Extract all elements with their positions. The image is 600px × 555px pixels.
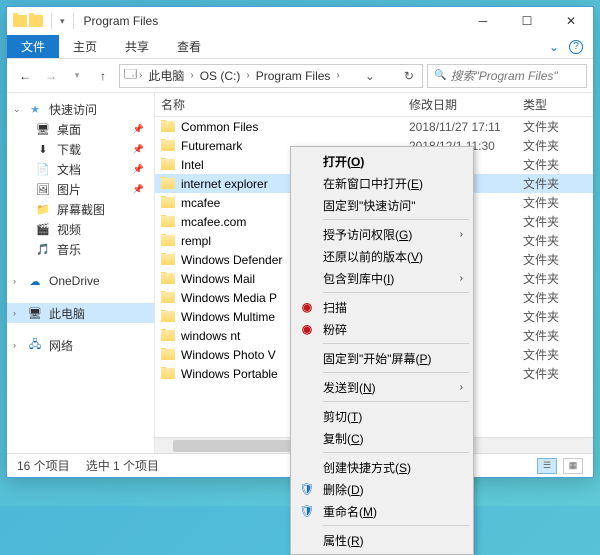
view-icons-button[interactable]: ▦ [563,458,583,474]
ctx-shred[interactable]: ◉粉碎 [293,318,471,340]
folder-icon [161,235,175,246]
folder-icon [161,368,175,379]
sidebar-thispc[interactable]: ›🖥此电脑 [7,303,154,323]
titlebar: ▾ Program Files ─ ☐ ✕ [7,7,593,35]
pin-icon: 📌 [133,164,144,175]
status-selected: 选中 1 个项目 [86,457,159,474]
back-button[interactable]: ← [13,64,37,88]
sidebar-item[interactable]: 🎵音乐 [7,239,154,259]
folder-icon: 📁 [35,201,51,217]
qat-dropdown[interactable]: ▾ [60,16,65,27]
col-header-name[interactable]: 名称 [161,96,409,113]
shield-icon: 🛡 [299,503,315,519]
ctx-pin-quick-access[interactable]: 固定到"快速访问" [293,194,471,216]
sidebar-network[interactable]: ›🖧网络 [7,335,154,355]
window-title: Program Files [84,14,159,28]
ctx-create-shortcut[interactable]: 创建快捷方式(S) [293,456,471,478]
minimize-button[interactable]: ─ [461,7,505,35]
addr-dropdown-icon[interactable]: ⌄ [361,69,379,83]
ctx-copy[interactable]: 复制(C) [293,427,471,449]
search-input[interactable]: 搜索"Program Files" [427,64,587,88]
ctx-open-new-window[interactable]: 在新窗口中打开(E) [293,172,471,194]
ribbon-expand-icon[interactable]: ⌄ [549,40,559,54]
ctx-properties[interactable]: 属性(R) [293,529,471,551]
tab-view[interactable]: 查看 [163,35,215,58]
folder-icon [161,159,175,170]
view-details-button[interactable]: ☰ [537,458,557,474]
ctx-send-to[interactable]: 发送到(N)› [293,376,471,398]
recent-dropdown[interactable]: ▾ [65,64,89,88]
status-count: 16 个项目 [17,457,70,474]
folder-icon [161,178,175,189]
tab-home[interactable]: 主页 [59,35,111,58]
file-row[interactable]: Common Files2018/11/27 17:11文件夹 [155,117,593,136]
crumb-drive[interactable]: OS (C:) [196,69,245,83]
folder-icon [161,216,175,227]
folder-icon: 📄 [35,161,51,177]
ctx-rename[interactable]: 🛡重命名(M) [293,500,471,522]
folder-icon [161,254,175,265]
pin-icon: 📌 [133,184,144,195]
shield-icon: 🛡 [299,481,315,497]
folder-icon: 🎬 [35,221,51,237]
ctx-grant-access[interactable]: 授予访问权限(G)› [293,223,471,245]
folder-icon [161,121,175,132]
folder-icon [161,349,175,360]
sidebar-item[interactable]: 🖼图片📌 [7,179,154,199]
folder-icon [161,273,175,284]
crumb-current[interactable]: Program Files [252,69,335,83]
up-button[interactable]: ↑ [91,64,115,88]
chevron-right-icon: › [460,229,463,240]
folder-icon [161,140,175,151]
col-header-type[interactable]: 类型 [523,96,593,113]
sidebar-item[interactable]: 🎬视频 [7,219,154,239]
ctx-include-library[interactable]: 包含到库中(I)› [293,267,471,289]
sidebar-item[interactable]: 📁屏幕截图 [7,199,154,219]
help-icon[interactable]: ? [569,40,583,54]
column-headers: 名称 修改日期 类型 [155,93,593,117]
ribbon: 文件 主页 共享 查看 ⌄ ? [7,35,593,59]
crumb-thispc[interactable]: 此电脑 [144,67,188,84]
sidebar-item[interactable]: 📄文档📌 [7,159,154,179]
app-icon [13,15,27,27]
file-tab[interactable]: 文件 [7,35,59,58]
ctx-delete[interactable]: 🛡删除(D) [293,478,471,500]
folder-icon [161,311,175,322]
folder-icon [161,292,175,303]
mcafee-icon: ◉ [299,299,315,315]
folder-icon: ⬇ [35,141,51,157]
pin-icon: 📌 [133,144,144,155]
folder-icon: 🖼 [35,181,51,197]
forward-button[interactable]: → [39,64,63,88]
context-menu: 打开(O) 在新窗口中打开(E) 固定到"快速访问" 授予访问权限(G)› 还原… [290,146,474,555]
maximize-button[interactable]: ☐ [505,7,549,35]
ctx-cut[interactable]: 剪切(T) [293,405,471,427]
sidebar-quick-access[interactable]: ⌄★快速访问 [7,99,154,119]
chevron-right-icon: › [460,382,463,393]
ctx-scan[interactable]: ◉扫描 [293,296,471,318]
folder-icon: 🎵 [35,241,51,257]
chevron-right-icon: › [460,273,463,284]
tab-share[interactable]: 共享 [111,35,163,58]
folder-icon: 🖥 [35,121,51,137]
addr-icon: 🗔 [124,65,137,86]
folder-icon [161,197,175,208]
ctx-open[interactable]: 打开(O) [293,150,471,172]
sidebar-onedrive[interactable]: ›☁OneDrive [7,271,154,291]
navigation-bar: ← → ▾ ↑ 🗔 › 此电脑 › OS (C:) › Program File… [7,59,593,93]
mcafee-icon: ◉ [299,321,315,337]
address-bar[interactable]: 🗔 › 此电脑 › OS (C:) › Program Files › ⌄ ↻ [119,64,423,88]
folder-icon [161,330,175,341]
refresh-icon[interactable]: ↻ [400,69,418,83]
ctx-restore-versions[interactable]: 还原以前的版本(V) [293,245,471,267]
pin-icon: 📌 [133,124,144,135]
navigation-pane: ⌄★快速访问 🖥桌面📌⬇下载📌📄文档📌🖼图片📌📁屏幕截图🎬视频🎵音乐 ›☁One… [7,93,155,453]
quick-folder-icon[interactable] [29,15,43,27]
col-header-date[interactable]: 修改日期 [409,96,523,113]
sidebar-item[interactable]: 🖥桌面📌 [7,119,154,139]
ctx-pin-start[interactable]: 固定到"开始"屏幕(P) [293,347,471,369]
sidebar-item[interactable]: ⬇下载📌 [7,139,154,159]
close-button[interactable]: ✕ [549,7,593,35]
